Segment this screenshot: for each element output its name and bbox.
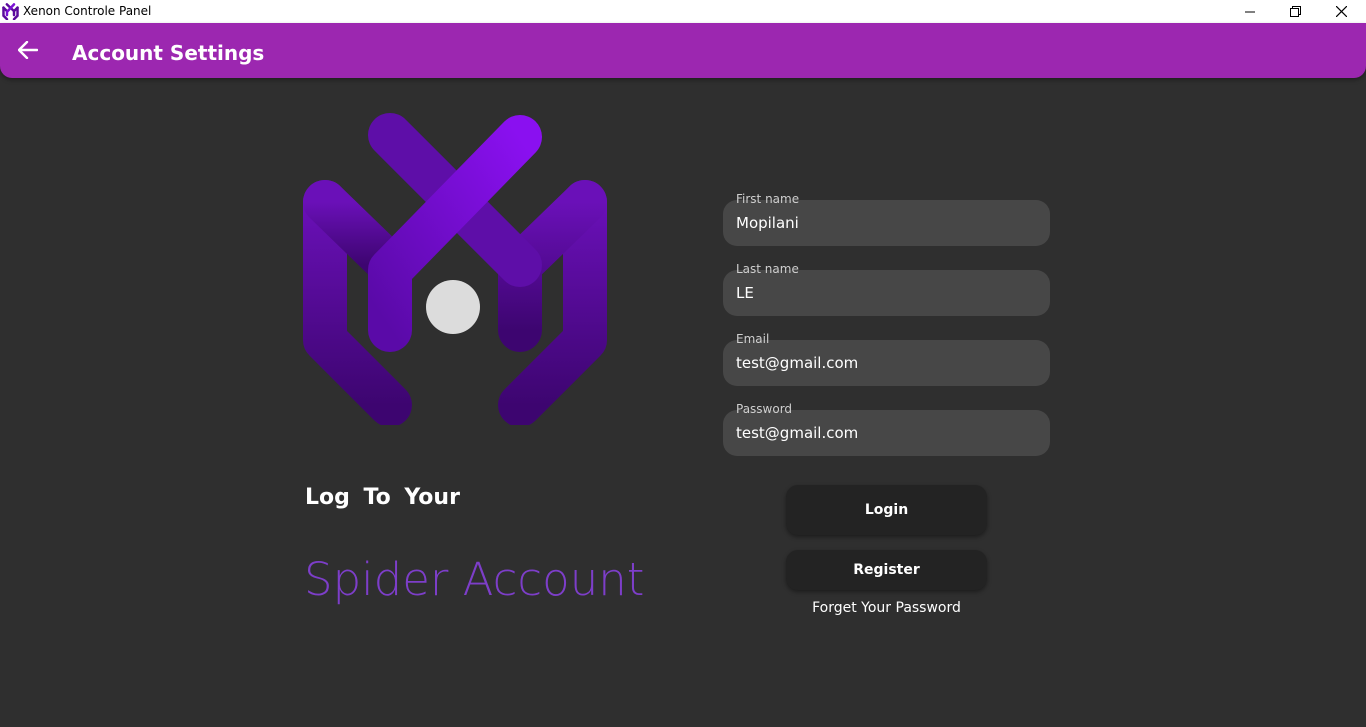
email-field: Email: [723, 332, 1050, 386]
register-button[interactable]: Register: [786, 550, 987, 590]
window-title: Xenon Controle Panel: [23, 4, 152, 18]
hero-subheading: Spider Account: [304, 553, 645, 606]
app-header: Account Settings: [0, 23, 1366, 78]
page-title: Account Settings: [72, 41, 265, 65]
arrow-left-icon: [18, 41, 38, 59]
password-input[interactable]: [736, 422, 1036, 444]
login-button[interactable]: Login: [786, 485, 987, 535]
spider-logo: [303, 113, 607, 425]
minimize-icon: [1245, 11, 1255, 12]
restore-button[interactable]: [1272, 0, 1318, 23]
minimize-button[interactable]: [1227, 0, 1273, 23]
first-name-field: First name: [723, 192, 1050, 246]
password-field: Password: [723, 402, 1050, 456]
last-name-label: Last name: [736, 262, 799, 276]
restore-icon: [1289, 6, 1301, 17]
close-icon: [1335, 6, 1347, 17]
app-logo-icon: [2, 3, 19, 20]
last-name-input[interactable]: [736, 282, 1036, 304]
last-name-field: Last name: [723, 262, 1050, 316]
back-button[interactable]: [14, 36, 42, 64]
first-name-input[interactable]: [736, 212, 1036, 234]
forgot-password-link[interactable]: Forget Your Password: [786, 600, 987, 616]
hero-heading: Log To Your: [305, 485, 460, 510]
window-titlebar: Xenon Controle Panel: [0, 0, 1366, 23]
close-button[interactable]: [1318, 0, 1364, 23]
email-label: Email: [736, 332, 770, 346]
first-name-label: First name: [736, 192, 800, 206]
password-label: Password: [736, 402, 793, 416]
email-input[interactable]: [736, 352, 1036, 374]
